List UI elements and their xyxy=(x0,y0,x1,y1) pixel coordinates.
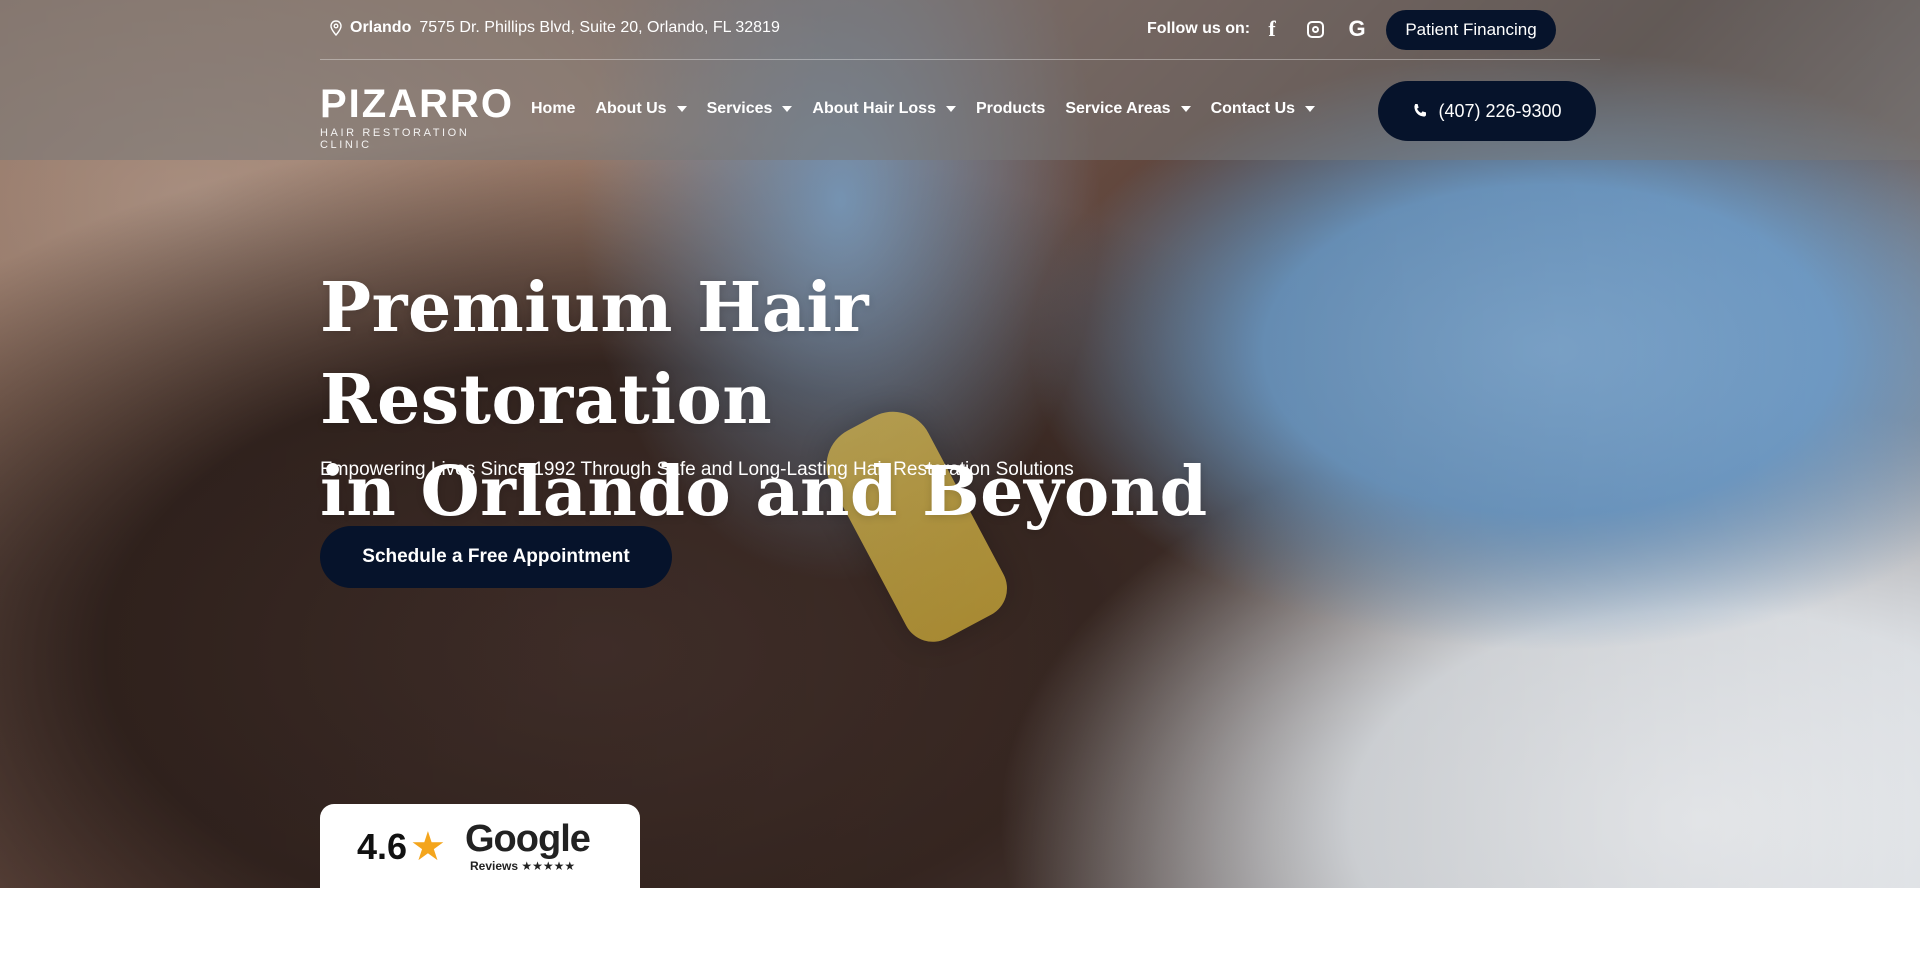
instagram-icon[interactable] xyxy=(1303,17,1327,41)
chevron-down-icon xyxy=(782,106,793,112)
hero-headline: Premium Hair Restoration in Orlando and … xyxy=(320,262,1300,538)
nav-item-label: Products xyxy=(975,100,1046,117)
google-reviews-badge[interactable]: 4.6 ★ Google Reviews ★★★★★ xyxy=(320,804,640,888)
nav-item-contact-us[interactable]: Contact Us xyxy=(1210,100,1316,118)
nav-item-home[interactable]: Home xyxy=(531,100,575,118)
address-text: 7575 Dr. Phillips Blvd, Suite 20, Orland… xyxy=(419,19,780,36)
phone-call-button[interactable]: (407) 226-9300 xyxy=(1378,81,1596,141)
google-icon[interactable]: G xyxy=(1345,16,1369,41)
chevron-down-icon xyxy=(676,106,687,112)
chevron-down-icon xyxy=(945,106,956,112)
main-nav: Home About Us Services About Hair Loss P… xyxy=(531,100,1335,118)
nav-item-label: About Us xyxy=(595,100,667,117)
nav-item-label: Service Areas xyxy=(1065,100,1171,117)
nav-item-label: Home xyxy=(531,100,576,117)
nav-item-products[interactable]: Products xyxy=(976,100,1045,118)
top-bar: Orlando 7575 Dr. Phillips Blvd, Suite 20… xyxy=(320,0,1600,60)
logo[interactable]: PIZARRO HAIR RESTORATION CLINIC xyxy=(320,84,512,151)
chevron-down-icon xyxy=(1180,106,1191,112)
logo-tagline: HAIR RESTORATION CLINIC xyxy=(320,127,470,151)
hero-subheadline: Empowering Lives Since 1992 Through Safe… xyxy=(320,459,1074,480)
nav-item-service-areas[interactable]: Service Areas xyxy=(1065,100,1191,118)
google-logo: Google xyxy=(465,818,591,860)
nav-item-label: Contact Us xyxy=(1210,100,1296,117)
nav-item-about-hair-loss[interactable]: About Hair Loss xyxy=(812,100,956,118)
reviews-label: Reviews ★★★★★ xyxy=(470,859,576,873)
logo-wordmark: PIZARRO xyxy=(320,82,514,126)
patient-financing-button[interactable]: Patient Financing xyxy=(1386,10,1556,50)
review-rating: 4.6 xyxy=(357,826,408,867)
phone-number: (407) 226-9300 xyxy=(1438,100,1562,121)
schedule-appointment-button[interactable]: Schedule a Free Appointment xyxy=(320,526,672,588)
address: Orlando 7575 Dr. Phillips Blvd, Suite 20… xyxy=(330,19,780,37)
star-icon: ★ xyxy=(410,825,446,869)
nav-item-label: Services xyxy=(706,100,773,117)
location-pin-icon xyxy=(330,20,342,36)
hero-headline-line1: Premium Hair Restoration xyxy=(320,268,870,440)
site-header: Orlando 7575 Dr. Phillips Blvd, Suite 20… xyxy=(0,0,1920,160)
nav-item-label: About Hair Loss xyxy=(812,100,936,117)
follow-label: Follow us on: xyxy=(1147,20,1251,37)
nav-item-about-us[interactable]: About Us xyxy=(595,100,687,118)
chevron-down-icon xyxy=(1305,106,1316,112)
phone-icon xyxy=(1414,104,1427,117)
address-city: Orlando xyxy=(350,19,412,36)
facebook-icon[interactable]: f xyxy=(1260,16,1284,41)
nav-item-services[interactable]: Services xyxy=(707,100,793,118)
